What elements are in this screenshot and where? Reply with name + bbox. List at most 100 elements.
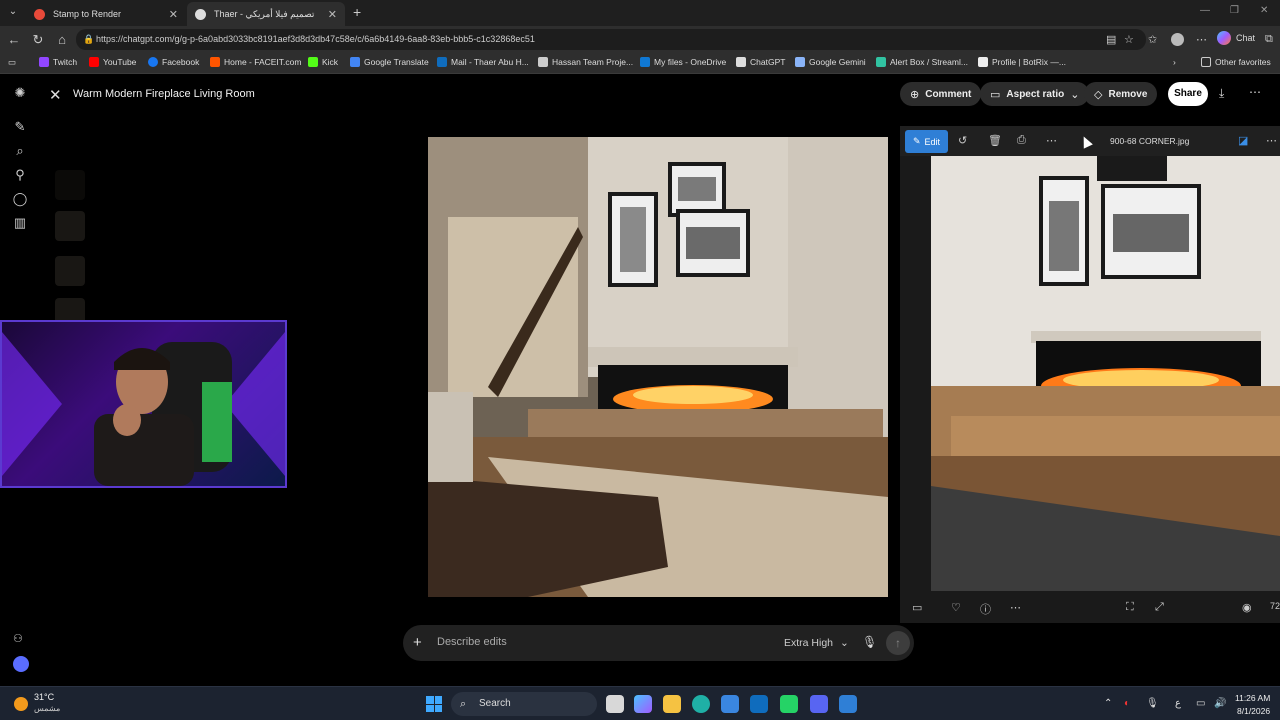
tab-stamp-to-render[interactable]: Stamp to Render ✕	[26, 2, 186, 26]
history-thumbnail[interactable]	[55, 170, 85, 200]
new-chat-icon[interactable]: ✎	[12, 119, 28, 135]
download-icon[interactable]: ⤓	[1219, 86, 1224, 101]
restore-icon[interactable]: ❐	[1230, 5, 1239, 16]
taskbar-search[interactable]: ⌕ Search	[451, 692, 597, 716]
favorite-heart-icon[interactable]: ♡	[951, 601, 961, 614]
discord-icon[interactable]	[810, 695, 828, 713]
file-explorer-icon[interactable]	[663, 695, 681, 713]
pin-icon[interactable]: ⚲	[12, 167, 28, 183]
home-icon[interactable]: ⌂	[54, 32, 70, 47]
more-options-icon[interactable]: ⋯	[1249, 85, 1261, 99]
bookmark-youtube[interactable]: YouTube	[89, 57, 136, 67]
copilot-chat-button[interactable]: Chat	[1217, 31, 1255, 45]
photo-viewer-window: ✎ Edit ↺ 🗑 ⎙ ⋯ 900-68 CORNER.jpg ◪ ⋯ ▭ ♡…	[900, 126, 1280, 623]
bookmark-twitch[interactable]: Twitch	[39, 57, 77, 67]
bookmark-botrix[interactable]: Profile | BotRix —...	[978, 57, 1066, 67]
delete-icon[interactable]: 🗑	[988, 134, 1002, 147]
tray-microphone-icon[interactable]: 🎙	[1146, 698, 1159, 709]
rotate-icon[interactable]: ↺	[958, 134, 967, 147]
bookmark-google-translate[interactable]: Google Translate	[350, 57, 429, 67]
more-icon[interactable]: ⋯	[1046, 134, 1057, 147]
zoom-fit-icon[interactable]: ⛶	[1126, 601, 1134, 614]
viewer-more-icon[interactable]: ⋯	[1266, 134, 1277, 147]
more-menu-icon[interactable]: ⋯	[1196, 33, 1207, 46]
add-people-icon[interactable]: ⚇	[13, 632, 23, 645]
copilot-app-icon[interactable]	[634, 695, 652, 713]
close-window-icon[interactable]: ✕	[1260, 5, 1268, 16]
bookmarks-overflow-chevron-icon[interactable]: ›	[1173, 57, 1176, 67]
info-icon[interactable]: ⓘ	[980, 601, 991, 617]
send-arrow-icon[interactable]: ↑	[886, 631, 910, 655]
favorites-icon[interactable]: ✩	[1148, 33, 1157, 46]
reading-view-icon[interactable]: ▤	[1106, 33, 1116, 46]
reload-icon[interactable]: ↻	[30, 32, 46, 48]
library-icon[interactable]: ▥	[12, 215, 28, 231]
aspect-ratio-button[interactable]: ▭ Aspect ratio ⌄	[980, 82, 1090, 106]
clock-time[interactable]: 11:26 AM	[1235, 693, 1270, 703]
tab-close-icon[interactable]: ✕	[328, 8, 337, 21]
windows-start-icon[interactable]	[426, 696, 442, 712]
bookmark-chatgpt[interactable]: ChatGPT	[736, 57, 785, 67]
quality-dropdown[interactable]: Extra High ⌄	[784, 637, 849, 649]
fireplace-photo[interactable]	[931, 156, 1280, 591]
add-attachment-icon[interactable]: +	[413, 634, 422, 651]
bookmark-hassan-team[interactable]: Hassan Team Proje...	[538, 57, 633, 67]
microphone-icon[interactable]: 🎙	[862, 635, 877, 649]
tab-thaer-villa[interactable]: Thaer - تصميم فيلا أمريكي ✕	[187, 2, 345, 26]
viewer-bottom-bar: ▭ ♡ ⓘ ⋯ ⛶ ⤢ ◉ 72	[900, 591, 1280, 623]
tab-close-icon[interactable]: ✕	[169, 8, 178, 21]
volume-icon[interactable]: 🔊	[1214, 698, 1226, 709]
profile-avatar-icon[interactable]	[1171, 33, 1184, 46]
history-thumbnail[interactable]	[55, 256, 85, 286]
bookmark-mail[interactable]: Mail - Thaer Abu H...	[437, 57, 529, 67]
language-indicator[interactable]: ع	[1175, 698, 1181, 709]
favorite-star-icon[interactable]: ☆	[1124, 33, 1134, 46]
history-thumbnail[interactable]	[55, 211, 85, 241]
share-button[interactable]: Share	[1168, 82, 1208, 106]
minimize-icon[interactable]: —	[1200, 5, 1210, 16]
sun-weather-icon[interactable]	[14, 697, 28, 711]
clock-date[interactable]: 8/1/2026	[1237, 706, 1270, 716]
fullscreen-icon[interactable]: ⤢	[1155, 601, 1164, 614]
search-icon[interactable]: ⌕	[12, 143, 28, 159]
user-avatar[interactable]	[13, 656, 29, 672]
url-input[interactable]: 🔒 https://chatgpt.com/g/g-p-6a0abd3033bc…	[76, 29, 1146, 50]
openai-logo-icon[interactable]: ✺	[12, 85, 28, 101]
bookmark-onedrive[interactable]: My files - OneDrive	[640, 57, 726, 67]
describe-edits-input[interactable]	[437, 636, 737, 648]
edge-browser-icon[interactable]	[692, 695, 710, 713]
bookmark-alert-box[interactable]: Alert Box / Streaml...	[876, 57, 968, 67]
chat-bubble-icon[interactable]: ◯	[12, 191, 28, 207]
store-icon[interactable]	[721, 695, 739, 713]
more-icon[interactable]: ⋯	[1010, 601, 1021, 614]
filmstrip-icon[interactable]: ▭	[912, 601, 922, 614]
print-icon[interactable]: ⎙	[1017, 134, 1026, 147]
tray-chevron-up-icon[interactable]: ⌃	[1104, 698, 1112, 709]
copy-icon[interactable]: ⧉	[1265, 33, 1273, 46]
generated-room-image[interactable]	[428, 137, 888, 597]
bookmarks-menu-icon[interactable]: ▭	[8, 57, 16, 68]
bookmark-facebook[interactable]: Facebook	[148, 57, 199, 67]
tray-app-icon[interactable]: ◐	[1124, 698, 1130, 709]
zoom-level[interactable]: 72	[1270, 601, 1280, 611]
close-editor-icon[interactable]: ✕	[49, 86, 62, 104]
bookmark-kick[interactable]: Kick	[308, 57, 338, 67]
other-favorites[interactable]: Other favorites	[1201, 57, 1271, 67]
comment-button[interactable]: ⊕ Comment	[900, 82, 982, 106]
designer-icon[interactable]: ◪	[1238, 134, 1248, 147]
tab-favicon-icon	[34, 8, 45, 20]
outlook-icon[interactable]	[750, 695, 768, 713]
task-view-icon[interactable]	[606, 695, 624, 713]
new-tab-plus-icon[interactable]: +	[353, 4, 361, 20]
network-icon[interactable]: ▭	[1196, 698, 1205, 709]
weather-temperature[interactable]: 31°C	[34, 692, 54, 702]
photos-app-icon[interactable]	[839, 695, 857, 713]
whatsapp-icon[interactable]	[780, 695, 798, 713]
tab-search-chevron-icon[interactable]: ⌄	[6, 6, 20, 20]
back-icon[interactable]: ←	[6, 32, 22, 47]
bookmark-gemini[interactable]: Google Gemini	[795, 57, 866, 67]
edit-button[interactable]: ✎ Edit	[905, 130, 948, 153]
screenshot-icon[interactable]: ◉	[1242, 601, 1252, 614]
remove-button[interactable]: ◇ Remove	[1084, 82, 1158, 106]
bookmark-faceit[interactable]: Home - FACEIT.com	[210, 57, 301, 67]
